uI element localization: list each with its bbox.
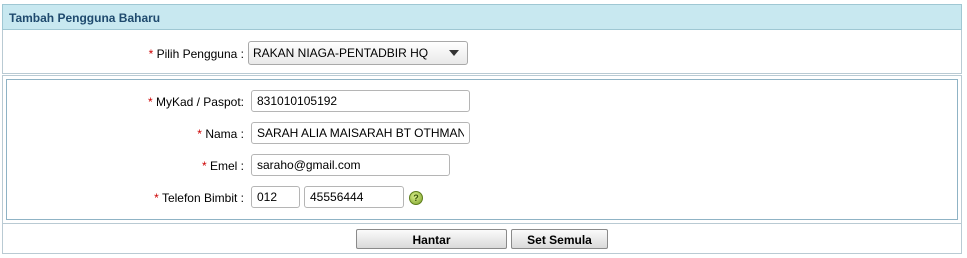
- user-type-select-value: RAKAN NIAGA-PENTADBIR HQ: [253, 46, 429, 60]
- chevron-down-icon: [449, 50, 459, 56]
- required-mark: *: [148, 47, 154, 61]
- help-icon[interactable]: ?: [409, 191, 423, 205]
- mykad-input[interactable]: [251, 90, 470, 112]
- emel-input[interactable]: [251, 154, 450, 176]
- phone-number-input[interactable]: [304, 186, 404, 208]
- nama-input[interactable]: [251, 122, 470, 144]
- emel-label: * Emel :: [201, 159, 244, 173]
- user-type-select[interactable]: RAKAN NIAGA-PENTADBIR HQ: [248, 41, 468, 65]
- reset-button[interactable]: Set Semula: [511, 229, 608, 249]
- panel-header: Tambah Pengguna Baharu: [2, 4, 962, 30]
- submit-button[interactable]: Hantar: [356, 229, 507, 249]
- phone-prefix-input[interactable]: [251, 186, 300, 208]
- mykad-label: * MyKad / Paspot:: [147, 95, 244, 109]
- telefon-label: * Telefon Bimbit :: [154, 191, 244, 205]
- panel-title: Tambah Pengguna Baharu: [9, 11, 161, 25]
- user-type-label: * Pilih Pengguna :: [148, 47, 244, 61]
- nama-label: * Nama :: [197, 127, 244, 141]
